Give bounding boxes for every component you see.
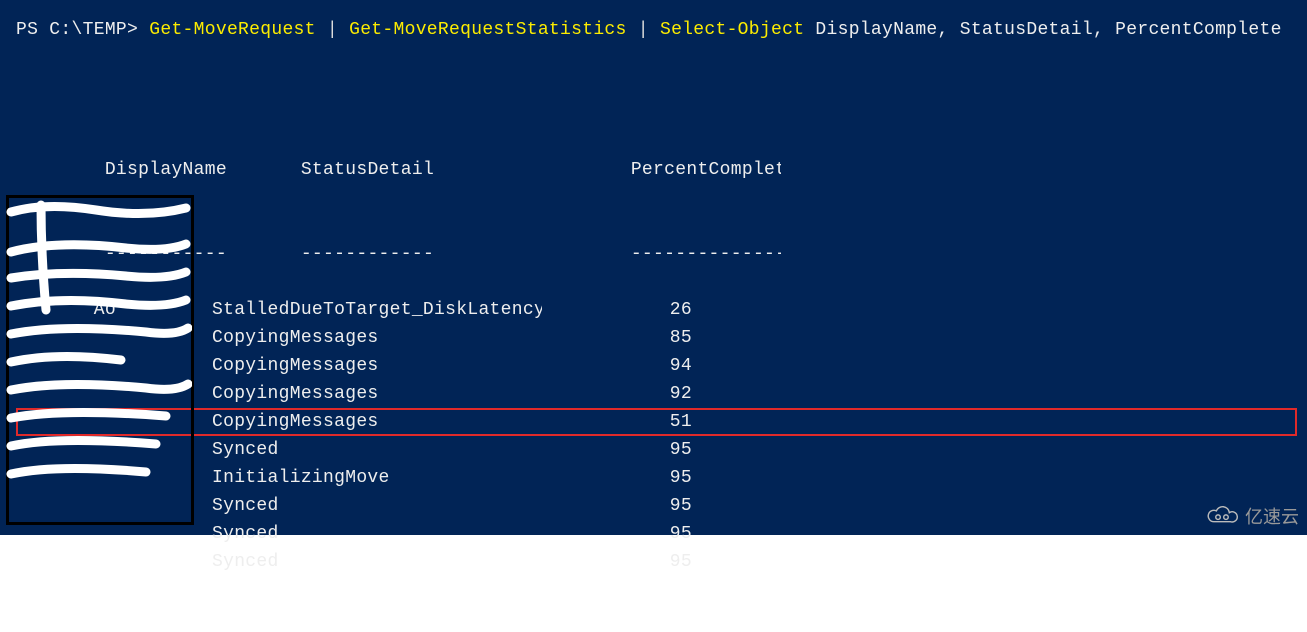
- cell-statusdetail: CopyingMessages: [212, 408, 542, 436]
- cell-percentcomplete: 95: [542, 520, 692, 548]
- table-row: Synced95: [16, 492, 1297, 520]
- table-row: CopyingMessages85: [16, 324, 1297, 352]
- dash-name: -----------: [105, 240, 301, 268]
- cell-statusdetail: CopyingMessages: [212, 380, 542, 408]
- ps-prompt: PS C:\TEMP>: [16, 20, 138, 40]
- cell-statusdetail: InitializingMove: [212, 464, 542, 492]
- table-header: DisplayNameStatusDetailPercentComplete: [16, 128, 1297, 156]
- cell-percentcomplete: 95: [542, 492, 692, 520]
- cell-statusdetail: StalledDueToTarget_DiskLatency: [212, 296, 542, 324]
- table-row: AoStalledDueToTarget_DiskLatency26: [16, 296, 1297, 324]
- command-line: PS C:\TEMP> Get-MoveRequest | Get-MoveRe…: [16, 16, 1297, 44]
- cell-percentcomplete: 26: [542, 296, 692, 324]
- table-dashes: --------------------------------------: [16, 212, 1297, 240]
- table-row: CopyingMessages92: [16, 380, 1297, 408]
- cell-statusdetail: Synced: [212, 548, 542, 576]
- cell-percentcomplete: 95: [542, 548, 692, 576]
- dash-pct: ---------------: [631, 240, 781, 268]
- table-row: InitializingMove95: [16, 464, 1297, 492]
- table-body: AoStalledDueToTarget_DiskLatency26Copyin…: [16, 296, 1297, 576]
- cell-statusdetail: Synced: [212, 436, 542, 464]
- cell-statusdetail: CopyingMessages: [212, 352, 542, 380]
- table-row: CopyingMessages94: [16, 352, 1297, 380]
- table-row: Synced95: [16, 520, 1297, 548]
- cell-percentcomplete: 94: [542, 352, 692, 380]
- cell-percentcomplete: 95: [542, 436, 692, 464]
- cell-statusdetail: Synced: [212, 492, 542, 520]
- cell-percentcomplete: 95: [542, 464, 692, 492]
- dash-status: ------------: [301, 240, 631, 268]
- cmdlet-2: Get-MoveRequestStatistics: [349, 20, 627, 40]
- col-displayname: DisplayName: [105, 156, 301, 184]
- table-row: CopyingMessages51: [16, 408, 1297, 436]
- table-row: Synced95: [16, 548, 1297, 576]
- pipe-1: |: [327, 20, 338, 40]
- col-percentcomplete: PercentComplete: [631, 156, 781, 184]
- cell-percentcomplete: 51: [542, 408, 692, 436]
- cmd-args: DisplayName, StatusDetail, PercentComple…: [815, 20, 1281, 40]
- terminal-output[interactable]: PS C:\TEMP> Get-MoveRequest | Get-MoveRe…: [6, 6, 1307, 535]
- cell-statusdetail: Synced: [212, 520, 542, 548]
- powershell-window: PS C:\TEMP> Get-MoveRequest | Get-MoveRe…: [0, 0, 1307, 535]
- pipe-2: |: [638, 20, 649, 40]
- cell-percentcomplete: 85: [542, 324, 692, 352]
- cmdlet-3: Select-Object: [660, 20, 804, 40]
- col-statusdetail: StatusDetail: [301, 156, 631, 184]
- table-row: Synced95: [16, 436, 1297, 464]
- cell-displayname: Ao: [16, 296, 212, 324]
- cmdlet-1: Get-MoveRequest: [149, 20, 316, 40]
- cell-percentcomplete: 92: [542, 380, 692, 408]
- cell-statusdetail: CopyingMessages: [212, 324, 542, 352]
- output-table: DisplayNameStatusDetailPercentComplete -…: [16, 72, 1297, 632]
